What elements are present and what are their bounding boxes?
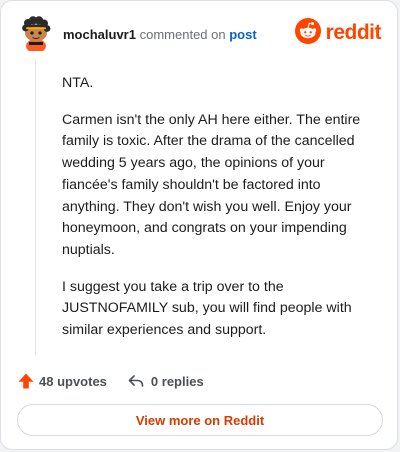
comment-paragraph: NTA. xyxy=(62,75,94,91)
action-text: commented on xyxy=(139,27,226,42)
upvote-button[interactable]: 48 upvotes xyxy=(17,372,107,390)
reddit-wordmark: reddit xyxy=(325,21,382,44)
reply-count: 0 replies xyxy=(150,373,204,389)
replies-button[interactable]: 0 replies xyxy=(127,372,204,390)
comment-actions: 48 upvotes 0 replies xyxy=(17,369,204,393)
comment-meta: mochaluvr1 commented on post xyxy=(63,27,257,42)
user-avatar-icon[interactable] xyxy=(16,13,54,53)
upvote-arrow-icon xyxy=(17,372,35,390)
username-link[interactable]: mochaluvr1 xyxy=(63,27,136,42)
view-more-button[interactable]: View more on Reddit xyxy=(17,404,383,436)
reddit-snoo-icon xyxy=(294,17,321,49)
reddit-logo[interactable]: reddit xyxy=(294,17,382,49)
reply-arrow-icon xyxy=(127,372,145,390)
upvote-count: 48 upvotes xyxy=(39,373,107,389)
comment-paragraph: Carmen isn't the only AH here either. Th… xyxy=(62,111,361,258)
embedded-comment-card: mochaluvr1 commented on post reddit NTA.… xyxy=(0,0,398,450)
thread-line[interactable] xyxy=(35,59,36,355)
comment-body: NTA. Carmen isn't the only AH here eithe… xyxy=(62,73,380,357)
comment-paragraph: I suggest you take a trip over to the JU… xyxy=(62,278,352,339)
comment-header: mochaluvr1 commented on post reddit xyxy=(16,13,382,55)
post-link[interactable]: post xyxy=(229,27,256,42)
